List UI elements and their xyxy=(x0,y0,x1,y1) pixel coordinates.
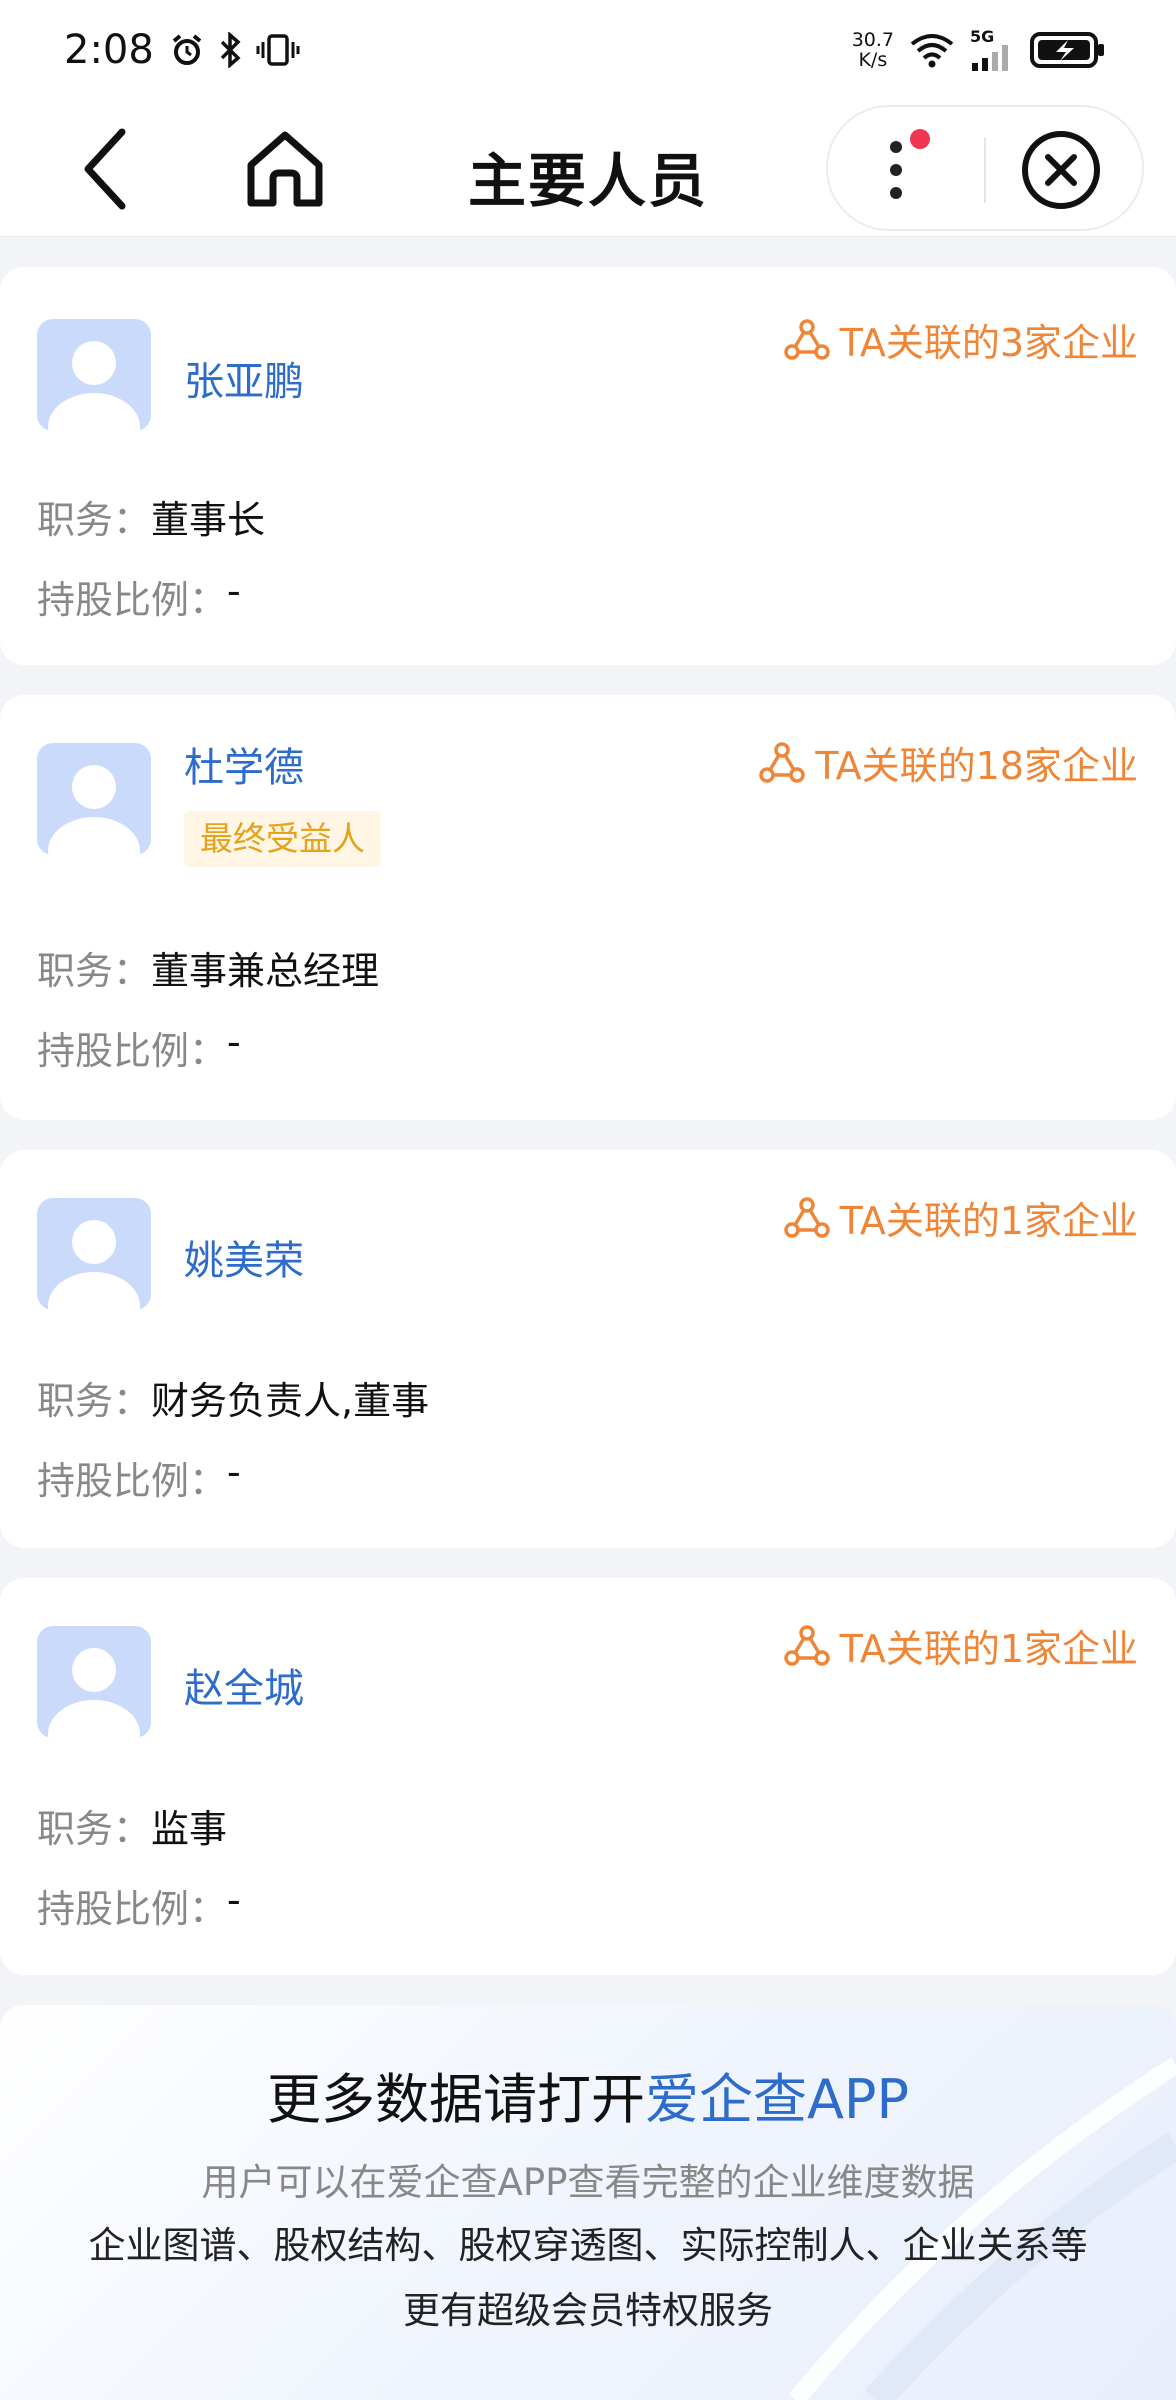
beneficiary-tag: 最终受益人 xyxy=(184,811,381,867)
battery-charging-icon xyxy=(1030,32,1104,68)
alarm-icon xyxy=(172,34,202,65)
person-name[interactable]: 姚美荣 xyxy=(184,1228,304,1286)
wifi-icon xyxy=(910,34,954,68)
related-companies-link[interactable]: TA关联的18家企业 xyxy=(759,735,1138,790)
share-field: 持股比例： - xyxy=(37,569,241,624)
avatar xyxy=(37,1198,151,1310)
person-card[interactable]: 张亚鹏 TA关联的3家企业 职务： 董事长 持股比例： - xyxy=(0,267,1176,665)
close-button[interactable] xyxy=(1018,127,1104,213)
avatar-placeholder-icon xyxy=(48,341,140,431)
role-label: 职务： xyxy=(37,1807,152,1851)
share-value: - xyxy=(227,1450,241,1494)
person-card[interactable]: 杜学德 最终受益人 TA关联的18家企业 职务： 董事兼总经理 持股比例： - xyxy=(0,695,1176,1120)
close-icon xyxy=(1022,131,1100,209)
vibrate-icon xyxy=(256,34,300,66)
role-label: 职务： xyxy=(37,949,152,993)
share-field: 持股比例： - xyxy=(37,1450,241,1505)
more-icon xyxy=(890,129,930,199)
share-label: 持股比例： xyxy=(37,1887,228,1931)
signal-group: 5G xyxy=(970,29,1016,71)
more-button[interactable] xyxy=(882,125,942,215)
role-value: 董事长 xyxy=(151,498,266,542)
bluetooth-icon xyxy=(220,32,241,68)
signal-label: 5G xyxy=(970,27,995,46)
related-companies-label: TA关联的18家企业 xyxy=(815,744,1138,788)
share-label: 持股比例： xyxy=(37,1029,228,1073)
share-value: - xyxy=(227,569,241,613)
role-field: 职务： 财务负责人,董事 xyxy=(37,1370,429,1425)
role-field: 职务： 监事 xyxy=(37,1798,227,1853)
role-value: 董事兼总经理 xyxy=(151,949,380,993)
role-field: 职务： 董事长 xyxy=(37,489,265,544)
avatar xyxy=(37,319,151,431)
promo-subtitle: 用户可以在爱企查APP查看完整的企业维度数据 xyxy=(201,2161,975,2204)
net-speed: 30.7 K/s xyxy=(852,30,894,70)
role-field: 职务： 董事兼总经理 xyxy=(37,940,379,995)
share-field: 持股比例： - xyxy=(37,1878,241,1933)
nav-bar: 主要人员 xyxy=(0,100,1176,237)
avatar-placeholder-icon xyxy=(48,1648,140,1738)
share-label: 持股比例： xyxy=(37,1459,228,1503)
avatar-placeholder-icon xyxy=(48,765,140,855)
promo-features: 企业图谱、股权结构、股权穿透图、实际控制人、企业关系等 xyxy=(88,2224,1088,2267)
mini-program-capsule xyxy=(826,105,1144,231)
share-field: 持股比例： - xyxy=(37,1020,241,1075)
status-icons xyxy=(170,32,300,68)
role-value: 财务负责人,董事 xyxy=(151,1379,430,1423)
promo-membership: 更有超级会员特权服务 xyxy=(403,2289,773,2332)
related-companies-link[interactable]: TA关联的1家企业 xyxy=(783,1190,1138,1245)
status-right: 30.7 K/s 5G xyxy=(852,29,1106,71)
role-label: 职务： xyxy=(37,1379,152,1423)
related-companies-label: TA关联的1家企业 xyxy=(839,1199,1138,1243)
net-speed-value: 30.7 xyxy=(851,29,894,51)
network-icon xyxy=(783,318,830,360)
avatar xyxy=(37,743,151,855)
avatar xyxy=(37,1626,151,1738)
share-value: - xyxy=(227,1020,241,1064)
network-icon xyxy=(783,1196,830,1238)
related-companies-link[interactable]: TA关联的3家企业 xyxy=(783,312,1138,367)
related-companies-label: TA关联的3家企业 xyxy=(839,321,1138,365)
person-card[interactable]: 姚美荣 TA关联的1家企业 职务： 财务负责人,董事 持股比例： - xyxy=(0,1150,1176,1548)
related-companies-link[interactable]: TA关联的1家企业 xyxy=(783,1618,1138,1673)
net-speed-unit: K/s xyxy=(858,49,888,71)
person-name[interactable]: 杜学德 xyxy=(184,735,304,793)
person-name[interactable]: 赵全城 xyxy=(184,1656,304,1714)
status-left: 2:08 xyxy=(64,27,300,73)
role-label: 职务： xyxy=(37,498,152,542)
promo-title-prefix: 更多数据请打开 xyxy=(266,2068,645,2131)
related-companies-label: TA关联的1家企业 xyxy=(839,1627,1138,1671)
capsule-divider xyxy=(984,137,986,203)
promo-app-link[interactable]: 爱企查APP xyxy=(645,2068,909,2131)
share-value: - xyxy=(227,1878,241,1922)
status-bar: 2:08 30.7 K/s 5G xyxy=(0,0,1176,100)
promo-title: 更多数据请打开爱企查APP xyxy=(0,2055,1176,2134)
avatar-placeholder-icon xyxy=(48,1220,140,1310)
share-label: 持股比例： xyxy=(37,578,228,622)
signal-icon xyxy=(972,45,1008,71)
person-card[interactable]: 赵全城 TA关联的1家企业 职务： 监事 持股比例： - xyxy=(0,1578,1176,1975)
person-name[interactable]: 张亚鹏 xyxy=(184,349,304,407)
role-value: 监事 xyxy=(151,1807,228,1851)
network-icon xyxy=(759,741,806,783)
network-icon xyxy=(783,1624,830,1666)
app-promo-banner[interactable]: 更多数据请打开爱企查APP 用户可以在爱企查APP查看完整的企业维度数据 企业图… xyxy=(0,2005,1176,2400)
status-time: 2:08 xyxy=(64,27,154,73)
notification-dot xyxy=(910,129,930,149)
